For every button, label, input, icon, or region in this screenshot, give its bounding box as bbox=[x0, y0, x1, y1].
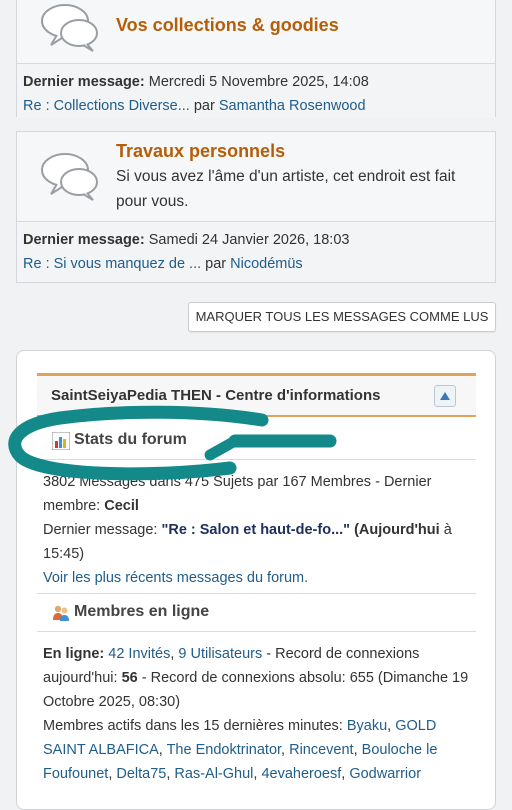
forum-description: Si vous avez l'âme d'un artiste, cet end… bbox=[116, 168, 456, 210]
section-divider bbox=[37, 593, 476, 594]
last-post-topic-link[interactable]: "Re : Salon et haut-de-fo..." bbox=[161, 522, 350, 538]
stats-counts: 3802 Messages dans 475 Sujets par 167 Me… bbox=[43, 470, 470, 518]
info-center-title: SaintSeiyaPedia THEN - Centre d'informat… bbox=[51, 387, 381, 404]
last-post-topic-line: Re : Si vous manquez de ... par Nicodémü… bbox=[17, 252, 495, 276]
last-post-label: Dernier message: bbox=[43, 522, 158, 538]
last-post-topic-line: Re : Collections Diverse... par Samantha… bbox=[17, 94, 495, 118]
last-post-box: Dernier message: Mercredi 5 Novembre 202… bbox=[17, 63, 495, 118]
online-body: En ligne: 42 Invités, 9 Utilisateurs - R… bbox=[37, 632, 476, 786]
stats-last-post: Dernier message: "Re : Salon et haut-de-… bbox=[43, 518, 470, 566]
member-link[interactable]: Byaku bbox=[347, 718, 387, 734]
collapse-button[interactable] bbox=[434, 385, 456, 407]
info-center: SaintSeiyaPedia THEN - Centre d'informat… bbox=[16, 350, 496, 810]
users-link[interactable]: 9 Utilisateurs bbox=[178, 646, 262, 662]
forum-header: Vos collections & goodies bbox=[17, 0, 495, 63]
guests-link[interactable]: 42 Invités bbox=[108, 646, 170, 662]
last-post-topic-link[interactable]: Re : Si vous manquez de ... bbox=[23, 256, 201, 272]
online-section: Membres en ligne En ligne: 42 Invités, 9… bbox=[37, 597, 476, 786]
forum-card: Travaux personnels Si vous avez l'âme d'… bbox=[16, 131, 496, 283]
last-post-label: Dernier message: bbox=[23, 74, 145, 90]
forum-card: Vos collections & goodies Dernier messag… bbox=[16, 0, 496, 118]
online-label: En ligne: bbox=[43, 646, 105, 662]
bar-chart-icon bbox=[52, 432, 70, 450]
member-link[interactable]: Godwarrior bbox=[349, 766, 421, 782]
last-post-date: Samedi 24 Janvier 2026, 18:03 bbox=[148, 232, 350, 248]
member-link[interactable]: Rincevent bbox=[289, 742, 353, 758]
last-post-when: (Aujourd'hui bbox=[354, 522, 440, 538]
online-counts: En ligne: 42 Invités, 9 Utilisateurs - R… bbox=[43, 642, 470, 714]
info-center-header: SaintSeiyaPedia THEN - Centre d'informat… bbox=[37, 373, 476, 417]
speech-bubbles-icon bbox=[41, 153, 98, 201]
member-link[interactable]: 4evaheroesf bbox=[261, 766, 341, 782]
by-text: par bbox=[193, 98, 215, 114]
last-post-author-link[interactable]: Nicodémüs bbox=[230, 256, 303, 272]
stats-heading: Stats du forum bbox=[74, 431, 187, 448]
last-post-author-link[interactable]: Samantha Rosenwood bbox=[219, 98, 366, 114]
stats-line: 3802 Messages dans 475 Sujets par 167 Me… bbox=[43, 474, 432, 490]
active-members-label: Membres actifs dans les 15 dernières min… bbox=[43, 718, 343, 734]
last-post-box: Dernier message: Samedi 24 Janvier 2026,… bbox=[17, 221, 495, 282]
by-text: par bbox=[205, 256, 227, 272]
member-link[interactable]: Ras-Al-Ghul bbox=[174, 766, 253, 782]
arrow-up-icon bbox=[440, 392, 450, 400]
mark-all-read-button[interactable]: MARQUER TOUS LES MESSAGES COMME LUS bbox=[188, 302, 496, 332]
forum-header: Travaux personnels Si vous avez l'âme d'… bbox=[17, 132, 495, 221]
forum-title[interactable]: Vos collections & goodies bbox=[116, 15, 339, 36]
last-post-time: 15:45) bbox=[43, 546, 85, 562]
member-link[interactable]: The Endoktrinator bbox=[167, 742, 281, 758]
stats-section: Stats du forum 3802 Messages dans 475 Su… bbox=[37, 425, 476, 590]
last-post-line: Dernier message: Mercredi 5 Novembre 202… bbox=[17, 70, 495, 94]
last-post-line: Dernier message: Samedi 24 Janvier 2026,… bbox=[17, 228, 495, 252]
last-post-at: à bbox=[443, 522, 452, 538]
record-today: 56 bbox=[121, 670, 138, 686]
member-link[interactable]: Delta75 bbox=[116, 766, 166, 782]
comma: , bbox=[170, 646, 175, 662]
newest-member-link[interactable]: Cecil bbox=[104, 498, 139, 514]
forum-title[interactable]: Travaux personnels bbox=[116, 141, 285, 162]
members-icon bbox=[53, 605, 69, 621]
newest-member-label: membre: bbox=[43, 498, 101, 514]
active-members: Membres actifs dans les 15 dernières min… bbox=[43, 718, 438, 782]
last-post-topic-link[interactable]: Re : Collections Diverse... bbox=[23, 98, 190, 114]
recent-messages-link[interactable]: Voir les plus récents messages du forum. bbox=[43, 570, 308, 586]
last-post-label: Dernier message: bbox=[23, 232, 145, 248]
last-post-date: Mercredi 5 Novembre 2025, 14:08 bbox=[148, 74, 369, 90]
online-header: Membres en ligne bbox=[37, 597, 476, 632]
stats-body: 3802 Messages dans 475 Sujets par 167 Me… bbox=[37, 460, 476, 590]
speech-bubbles-icon bbox=[41, 4, 98, 52]
stats-header: Stats du forum bbox=[37, 425, 476, 460]
online-heading: Membres en ligne bbox=[74, 603, 210, 620]
